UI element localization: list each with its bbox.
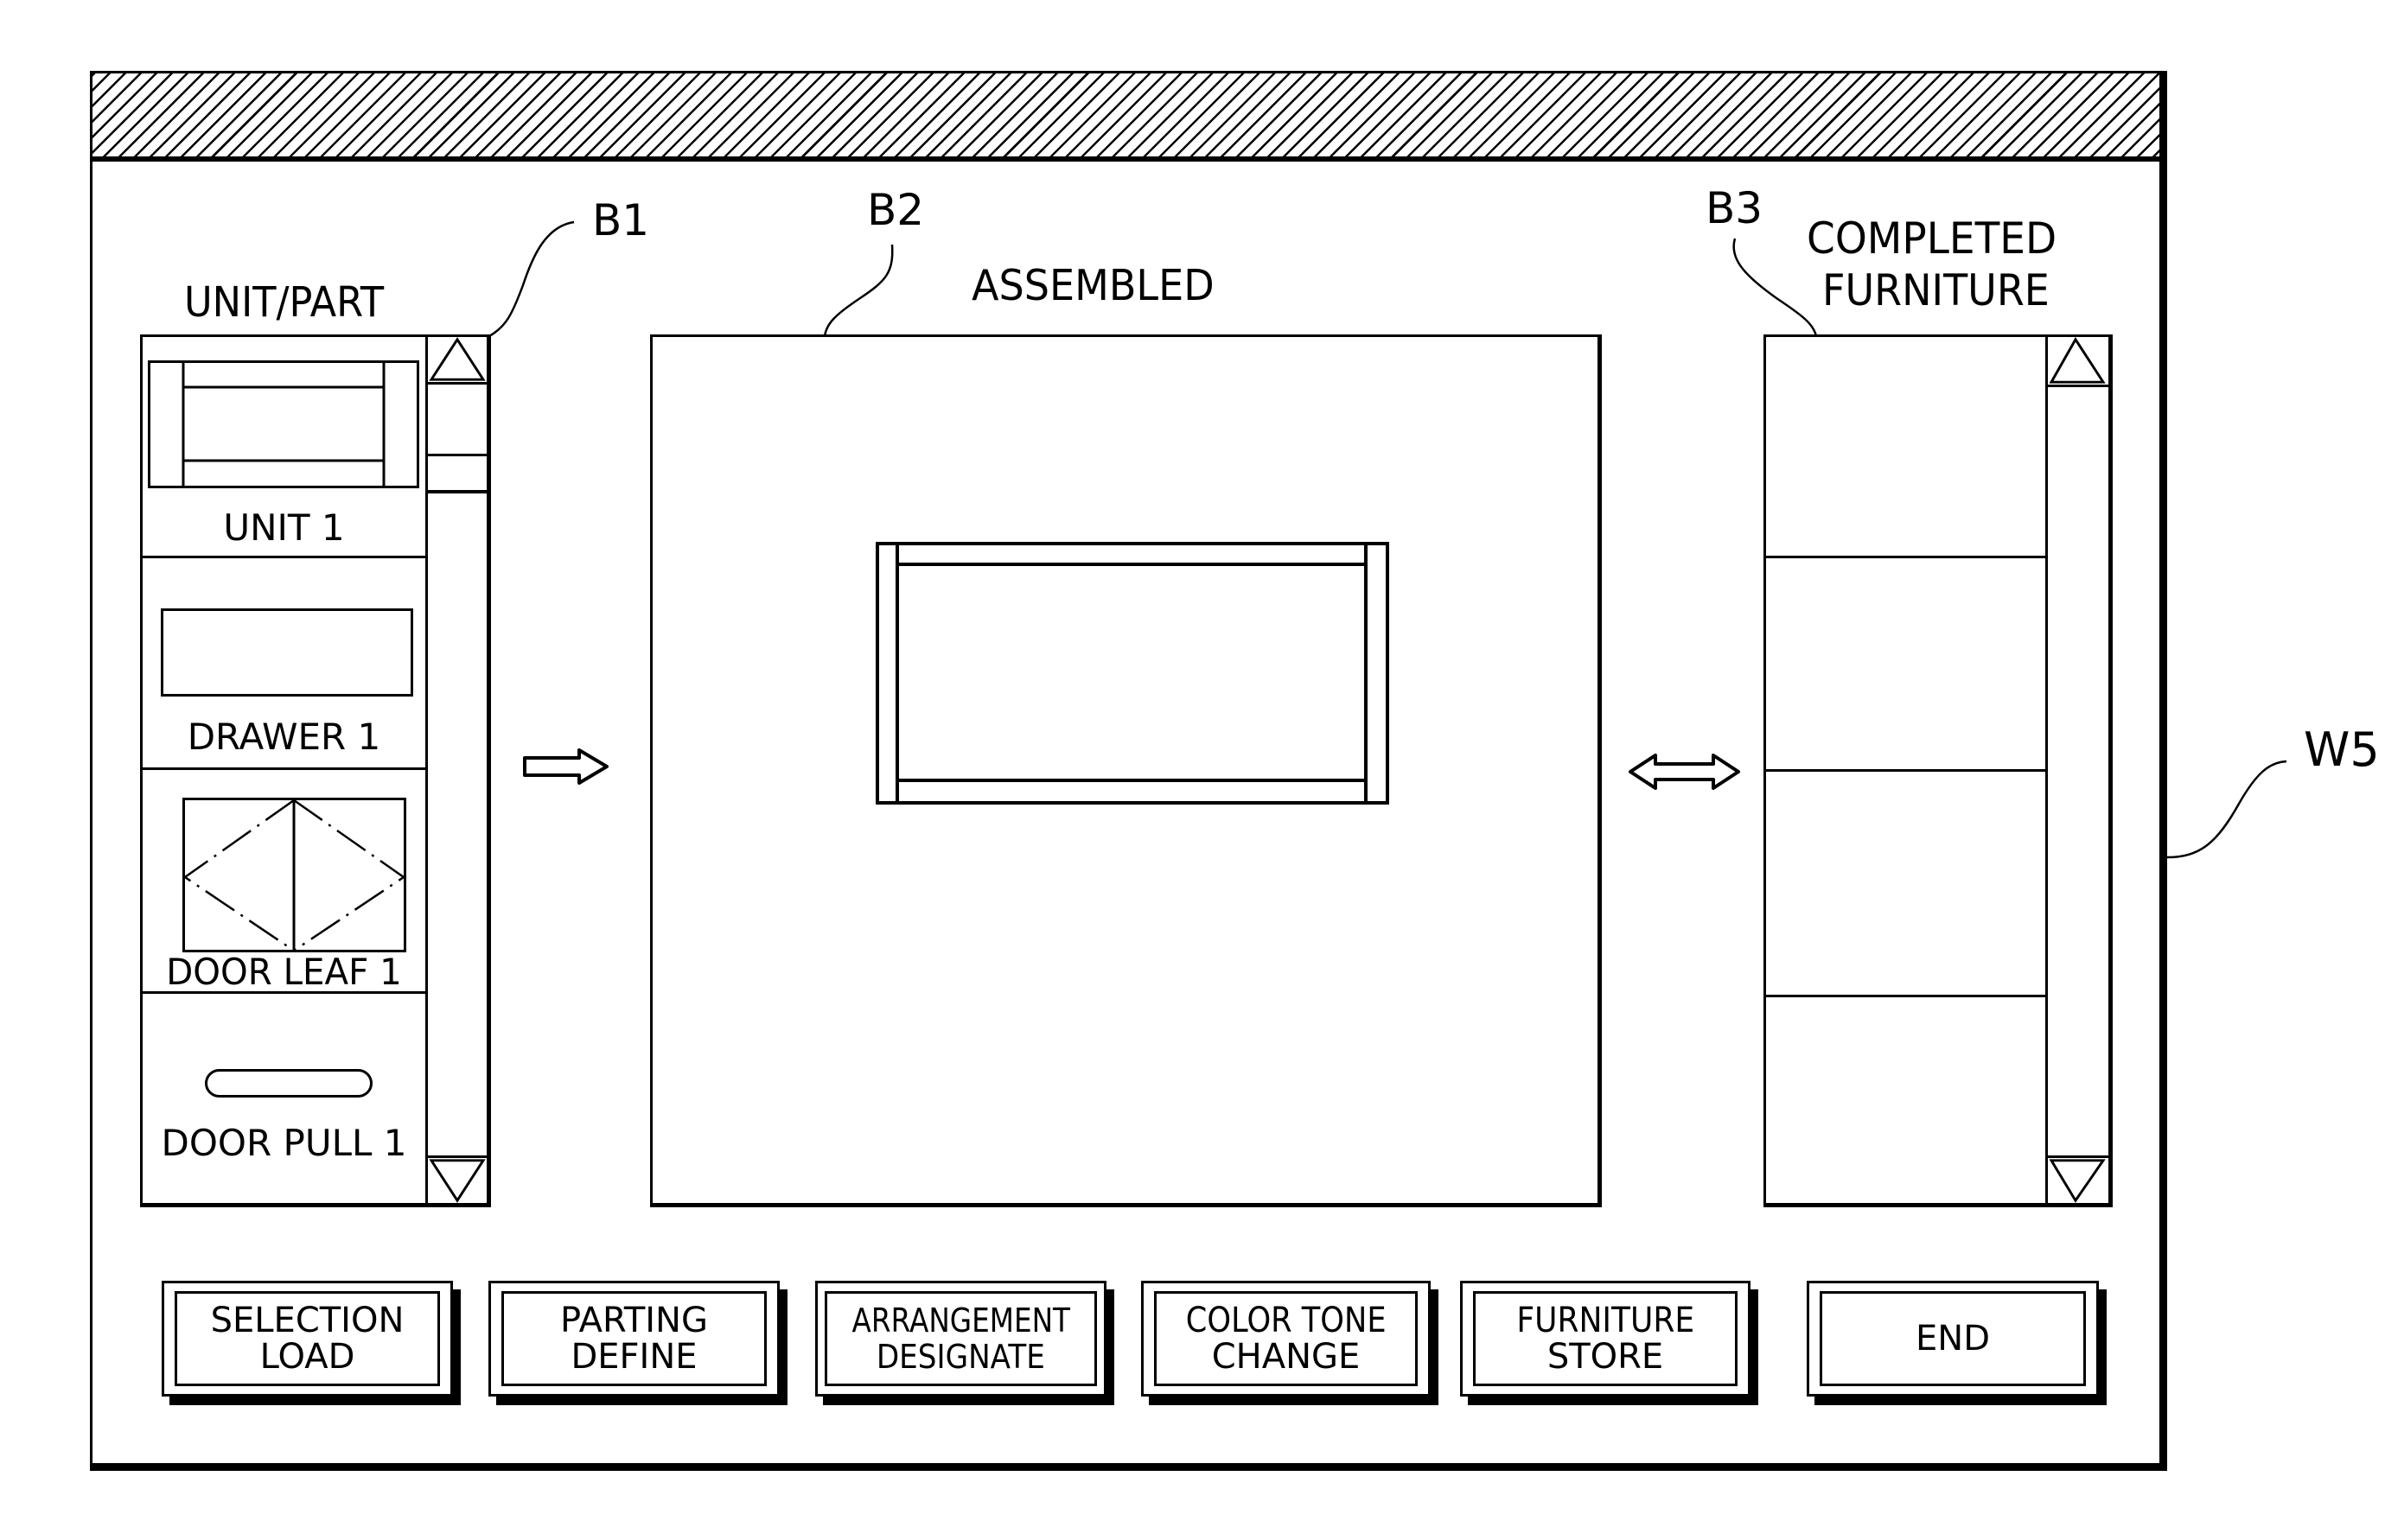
button-label-line2: LOAD xyxy=(259,1337,355,1377)
parts-list-panel: UNIT 1 DRAWER 1 DOOR LEAF 1 DOOR PULL 1 xyxy=(140,334,491,1207)
button-label-line1: PARTING xyxy=(560,1301,708,1340)
scroll-down-button[interactable] xyxy=(428,1155,487,1203)
completed-list-scrollbar[interactable] xyxy=(2048,337,2108,1203)
triangle-up-icon xyxy=(429,337,486,381)
scroll-thumb[interactable] xyxy=(428,385,487,493)
triangle-down-icon xyxy=(2049,1159,2106,1203)
button-label-line2: CHANGE xyxy=(1211,1337,1361,1377)
reference-label-b1: B1 xyxy=(592,195,650,245)
completed-panel-heading-line2: FURNITURE xyxy=(1822,265,2050,315)
parts-list: UNIT 1 DRAWER 1 DOOR LEAF 1 DOOR PULL 1 xyxy=(143,337,428,1203)
assembly-panel-heading: ASSEMBLED xyxy=(972,261,1215,310)
reference-label-b3: B3 xyxy=(1706,183,1763,233)
completed-slot-4[interactable] xyxy=(1766,997,2045,1206)
title-bar[interactable] xyxy=(92,73,2159,162)
completed-panel-heading-line1: COMPLETED xyxy=(1807,213,2057,264)
parts-panel-heading: UNIT/PART xyxy=(184,278,385,327)
list-item-label: DOOR LEAF 1 xyxy=(166,951,402,993)
completed-slot-2[interactable] xyxy=(1766,558,2045,772)
button-label-line1: ARRANGEMENT xyxy=(851,1301,1070,1340)
reference-label-b2: B2 xyxy=(867,185,925,235)
color-tone-change-button[interactable]: COLOR TONE CHANGE xyxy=(1141,1281,1431,1397)
scroll-up-button[interactable] xyxy=(2048,337,2108,387)
parts-list-scrollbar[interactable] xyxy=(428,337,487,1203)
button-label-line1: END xyxy=(1916,1319,1990,1359)
button-label-line1: COLOR TONE xyxy=(1185,1301,1387,1340)
completed-furniture-list xyxy=(1766,337,2048,1203)
list-item-unit-1[interactable]: UNIT 1 xyxy=(143,337,425,558)
completed-slot-3[interactable] xyxy=(1766,772,2045,997)
button-label-line1: SELECTION xyxy=(210,1301,405,1340)
button-label-line2: DESIGNATE xyxy=(876,1338,1046,1376)
triangle-up-icon xyxy=(2049,337,2106,384)
parting-define-button[interactable]: PARTING DEFINE xyxy=(488,1281,780,1397)
scroll-down-button[interactable] xyxy=(2048,1155,2108,1203)
list-item-door-leaf-1[interactable]: DOOR LEAF 1 xyxy=(143,770,425,994)
arrow-left-right-icon xyxy=(1629,754,1740,790)
completed-slot-1[interactable] xyxy=(1766,337,2045,558)
button-label-line2: STORE xyxy=(1546,1337,1664,1377)
end-button[interactable]: END xyxy=(1807,1281,2099,1397)
assembled-cabinet-icon[interactable] xyxy=(876,542,1389,805)
list-item-label: UNIT 1 xyxy=(223,506,345,549)
triangle-down-icon xyxy=(429,1159,486,1203)
completed-furniture-panel xyxy=(1763,334,2113,1207)
reference-label-w5: W5 xyxy=(2304,722,2380,777)
arrangement-designate-button[interactable]: ARRANGEMENT DESIGNATE xyxy=(815,1281,1106,1397)
furniture-store-button[interactable]: FURNITURE STORE xyxy=(1460,1281,1750,1397)
drawer-icon xyxy=(161,608,413,697)
door-pull-icon xyxy=(205,1069,373,1098)
list-item-label: DOOR PULL 1 xyxy=(161,1122,407,1164)
arrow-right-icon xyxy=(523,748,609,785)
scroll-up-button[interactable] xyxy=(428,337,487,385)
list-item-door-pull-1[interactable]: DOOR PULL 1 xyxy=(143,994,425,1206)
selection-load-button[interactable]: SELECTION LOAD xyxy=(162,1281,453,1397)
door-leaf-icon xyxy=(182,798,406,952)
assembly-canvas[interactable] xyxy=(650,334,1602,1207)
cabinet-unit-icon xyxy=(148,360,419,488)
list-item-label: DRAWER 1 xyxy=(187,716,381,758)
list-item-drawer-1[interactable]: DRAWER 1 xyxy=(143,558,425,770)
leader-line-w5 xyxy=(2166,760,2287,859)
button-label-line2: DEFINE xyxy=(571,1337,698,1377)
button-label-line1: FURNITURE xyxy=(1516,1301,1694,1340)
